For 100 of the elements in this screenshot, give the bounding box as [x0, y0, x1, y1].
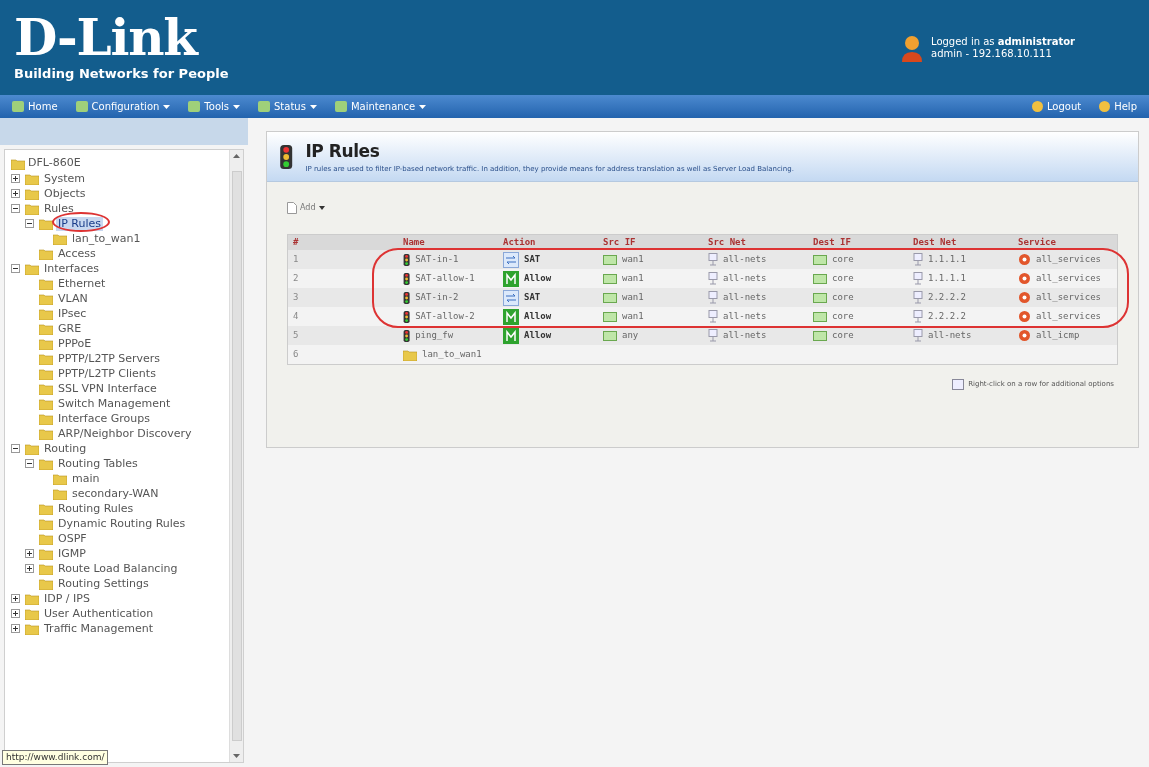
table-cell-text: wan1: [622, 290, 644, 304]
expand-toggle[interactable]: [11, 624, 20, 633]
folder-icon: [403, 348, 417, 361]
tree-item[interactable]: lan_to_wan1: [70, 231, 143, 246]
network-icon: [913, 329, 923, 342]
menu-item[interactable]: Status: [258, 99, 317, 114]
folder-icon: [39, 517, 53, 530]
add-button[interactable]: Add: [287, 202, 325, 214]
table-cell-text: core: [832, 252, 854, 266]
traffic-light-icon: [403, 329, 411, 342]
column-header[interactable]: Dest Net: [913, 235, 957, 250]
menu-item[interactable]: Logout: [1031, 99, 1082, 114]
expand-toggle[interactable]: [25, 219, 34, 228]
tree-item[interactable]: GRE: [56, 321, 84, 336]
scroll-down-icon[interactable]: [233, 754, 240, 758]
column-header[interactable]: Service: [1018, 235, 1056, 250]
tree-item[interactable]: Routing Settings: [56, 576, 151, 591]
expand-toggle[interactable]: [11, 174, 20, 183]
folder-icon: [39, 502, 53, 515]
tree-root[interactable]: DFL-860E: [28, 155, 81, 172]
tree-item[interactable]: System: [42, 171, 88, 186]
menu-item[interactable]: Configuration: [75, 99, 171, 114]
column-header[interactable]: Dest IF: [813, 235, 851, 250]
table-cell-text: SAT-in-2: [415, 290, 459, 304]
table-row[interactable]: 4 SAT-allow-2 Allow wan1 all-nets core 2.2.2.2 all_services: [288, 307, 1117, 326]
tree-item[interactable]: Rules: [42, 201, 76, 216]
tree-item[interactable]: Ethernet: [56, 276, 108, 291]
tree-item[interactable]: SSL VPN Interface: [56, 381, 159, 396]
expand-toggle[interactable]: [25, 564, 34, 573]
tree-item[interactable]: IDP / IPS: [42, 591, 92, 606]
table-row[interactable]: 3 SAT-in-2 SAT wan1 all-nets core 2.2.2.2 all_services: [288, 288, 1117, 307]
expand-toggle[interactable]: [11, 594, 20, 603]
tree-item[interactable]: secondary-WAN: [70, 486, 161, 501]
network-icon: [913, 310, 923, 323]
table-cell-text: wan1: [622, 271, 644, 285]
table-row[interactable]: 2 SAT-allow-1 Allow wan1 all-nets core 1.1.1.1 all_services: [288, 269, 1117, 288]
tree-item[interactable]: Routing: [42, 441, 89, 456]
translate-icon: [503, 251, 519, 268]
folder-icon: [39, 307, 53, 320]
tree-item[interactable]: Interface Groups: [56, 411, 152, 426]
table-cell: 1: [293, 253, 299, 264]
table-row[interactable]: 5 ping_fw Allow any all-nets core all-nets all_icmp: [288, 326, 1117, 345]
menu-item[interactable]: Maintenance: [334, 99, 427, 114]
interface-icon: [603, 273, 617, 284]
column-header[interactable]: Src IF: [603, 235, 636, 250]
scroll-up-icon[interactable]: [233, 154, 240, 158]
tree-item[interactable]: Access: [56, 246, 98, 261]
column-header[interactable]: #: [293, 235, 299, 250]
folder-icon: [53, 487, 67, 500]
folder-icon: [39, 352, 53, 365]
menu-item[interactable]: Home: [12, 99, 58, 114]
caret-icon: [419, 104, 427, 109]
traffic-light-icon: [279, 144, 294, 169]
tree-item[interactable]: IP Rules: [56, 216, 104, 231]
scrollbar[interactable]: [229, 150, 243, 762]
column-header[interactable]: Src Net: [708, 235, 746, 250]
table-row[interactable]: 1 SAT-in-1 SAT wan1 all-nets core 1.1.1.1 all_services: [288, 250, 1117, 269]
tree-item[interactable]: Dynamic Routing Rules: [56, 516, 188, 531]
expand-toggle[interactable]: [11, 189, 20, 198]
tree-item[interactable]: IGMP: [56, 546, 88, 561]
expand-toggle[interactable]: [11, 609, 20, 618]
folder-icon: [25, 202, 39, 215]
tree-item[interactable]: OSPF: [56, 531, 89, 546]
folder-icon: [39, 367, 53, 380]
menu-item[interactable]: Tools: [188, 99, 240, 114]
tree-item[interactable]: Traffic Management: [42, 621, 155, 636]
menu-item[interactable]: Help: [1099, 99, 1137, 114]
expand-toggle[interactable]: [25, 459, 34, 468]
tree-item[interactable]: Route Load Balancing: [56, 561, 180, 576]
tree-item[interactable]: IPsec: [56, 306, 89, 321]
tree-item[interactable]: Routing Tables: [56, 456, 140, 471]
tree-item[interactable]: PPPoE: [56, 336, 94, 351]
expand-toggle[interactable]: [25, 549, 34, 558]
table-cell-text: lan_to_wan1: [422, 347, 482, 361]
tree-item[interactable]: main: [70, 471, 102, 486]
expand-toggle[interactable]: [11, 204, 20, 213]
table-cell: 4: [293, 310, 299, 321]
caret-icon: [233, 104, 240, 109]
menu-icon: [258, 101, 270, 112]
folder-icon: [25, 607, 39, 620]
tree-item[interactable]: Switch Management: [56, 396, 173, 411]
column-header[interactable]: Action: [503, 235, 536, 250]
table-cell-text: wan1: [622, 309, 644, 323]
table-row[interactable]: 6 lan_to_wan1: [288, 345, 1117, 364]
column-header[interactable]: Name: [403, 235, 425, 250]
tree-item[interactable]: Routing Rules: [56, 501, 136, 516]
tree-item[interactable]: Interfaces: [42, 261, 101, 276]
page-title: IP Rules: [305, 139, 381, 163]
tree-item[interactable]: VLAN: [56, 291, 90, 306]
tree-item[interactable]: Objects: [42, 186, 88, 201]
table-cell: 5: [293, 329, 299, 340]
expand-toggle[interactable]: [11, 264, 20, 273]
table-cell-text: Allow: [524, 271, 552, 285]
expand-toggle[interactable]: [11, 444, 20, 453]
tree-item[interactable]: PPTP/L2TP Clients: [56, 366, 158, 381]
tree-item[interactable]: ARP/Neighbor Discovery: [56, 426, 194, 441]
table-cell-text: core: [832, 290, 854, 304]
folder-icon: [25, 592, 39, 605]
tree-item[interactable]: PPTP/L2TP Servers: [56, 351, 163, 366]
tree-item[interactable]: User Authentication: [42, 606, 156, 621]
